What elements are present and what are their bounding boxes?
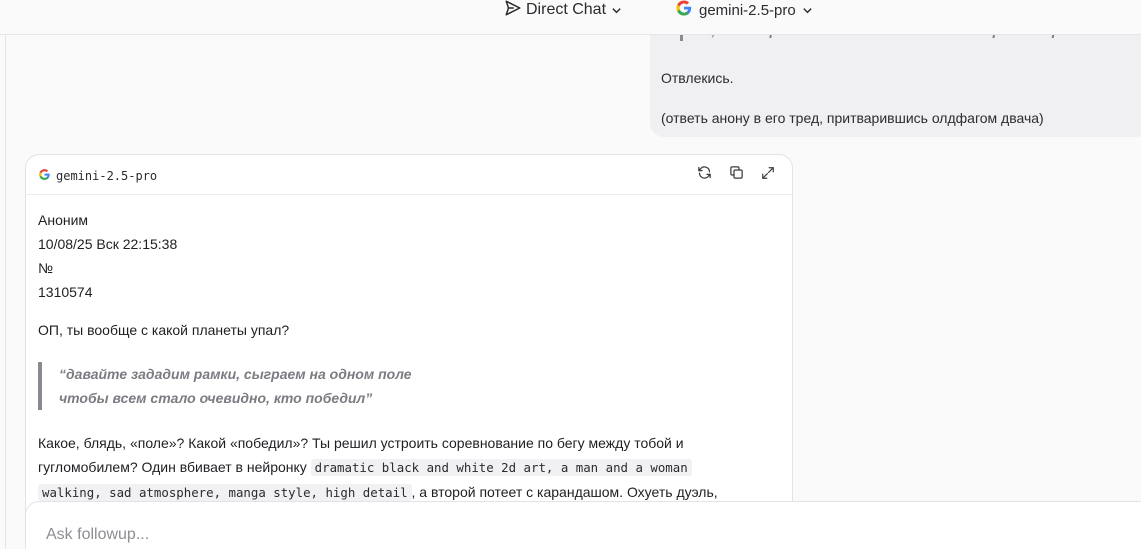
refresh-icon: [697, 165, 712, 185]
response-model: gemini-2.5-pro: [38, 168, 157, 184]
google-logo-icon: [675, 0, 693, 21]
blockquote: “давайте зададим рамки, сыграем на одном…: [38, 362, 412, 410]
response-paragraph: Какое, блядь, «поле»? Какой «победил»? Т…: [38, 431, 768, 505]
followup-box: [25, 501, 1141, 549]
response-body: Аноним 10/08/25 Вск 22:15:38 № 1310574 О…: [38, 208, 778, 501]
paragraph-text: , а второй потеет с карандашом. Охуеть д…: [411, 484, 718, 500]
top-bar: Direct Chat gemini-2.5-pro: [0, 0, 1141, 35]
quote-line: “давайте зададим рамки, сыграем на одном…: [59, 366, 412, 382]
chevron-down-icon: [610, 4, 622, 16]
post-number-sign: №: [38, 260, 54, 276]
expand-button[interactable]: [759, 166, 777, 184]
user-message-line: Отвлекись.: [661, 70, 734, 86]
send-icon: [504, 0, 522, 22]
user-message-line: (ответь анону в его тред, притварившись …: [661, 110, 1044, 126]
inline-code: walking, sad atmosphere, manga style, hi…: [38, 484, 412, 501]
post-author: Аноним: [38, 212, 89, 228]
quote-line: чтобы всем стало очевидно, кто победил”: [59, 390, 373, 406]
mode-label: Direct Chat: [526, 1, 607, 18]
post-datetime: 10/08/25 Вск 22:15:38: [38, 236, 178, 252]
followup-input[interactable]: [46, 524, 746, 546]
post-number: 1310574: [38, 284, 93, 300]
expand-icon: [761, 166, 775, 185]
chevron-down-icon: [802, 4, 814, 16]
inline-code: dramatic black and white 2d art, a man a…: [310, 459, 692, 476]
copy-icon: [729, 165, 744, 185]
model-select-button[interactable]: gemini-2.5-pro: [675, 0, 814, 20]
copy-button[interactable]: [727, 166, 745, 184]
direct-chat-mode-button[interactable]: Direct Chat: [504, 0, 622, 20]
response-paragraph: ОП, ты вообще с какой планеты упал?: [38, 322, 290, 338]
google-logo-icon: [38, 168, 51, 184]
response-model-label: gemini-2.5-pro: [56, 169, 158, 183]
response-header: gemini-2.5-pro: [26, 155, 792, 195]
regenerate-button[interactable]: [695, 166, 713, 184]
left-divider: [5, 0, 6, 549]
assistant-response-card: gemini-2.5-pro Аноним 10/08/25 Вск 22:15…: [25, 154, 793, 549]
model-label: gemini-2.5-pro: [699, 1, 796, 19]
